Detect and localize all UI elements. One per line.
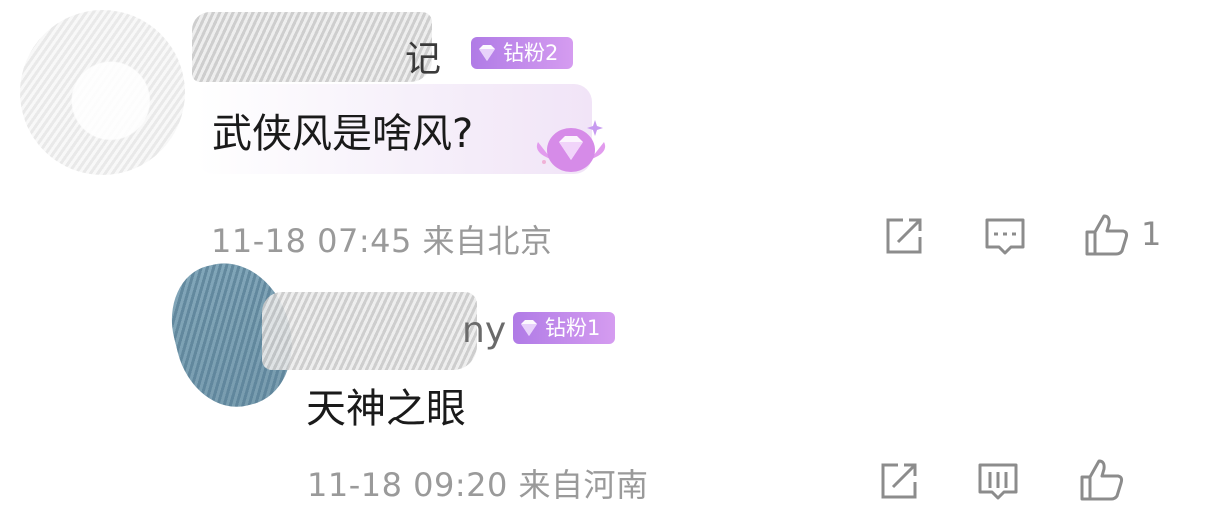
share-icon <box>886 218 922 254</box>
diamond-decoration-icon <box>536 120 606 172</box>
comment-meta: 11-18 07:45 来自北京 <box>211 222 553 260</box>
comment-icon <box>985 218 1025 255</box>
like-button[interactable]: 1 <box>1083 210 1161 258</box>
fan-badge: 钻粉1 <box>513 312 615 344</box>
share-icon <box>881 463 917 499</box>
diamond-icon <box>479 45 495 61</box>
fan-badge: 钻粉2 <box>471 37 573 69</box>
fan-badge-label: 钻粉2 <box>503 41 559 65</box>
username-redacted[interactable] <box>262 292 477 370</box>
comment-button[interactable] <box>976 460 1020 504</box>
like-count: 1 <box>1141 215 1162 253</box>
diamond-icon <box>521 320 537 336</box>
comment-icon <box>978 463 1018 500</box>
comment-button[interactable] <box>983 215 1027 259</box>
username[interactable]: ny <box>462 310 506 351</box>
thumbs-up-icon <box>1080 459 1124 501</box>
username[interactable]: 记 <box>405 30 441 82</box>
thumbs-up-icon <box>1085 214 1129 256</box>
username-redacted[interactable] <box>192 12 432 82</box>
comment-text: 天神之眼 <box>306 386 466 432</box>
like-button[interactable] <box>1078 455 1136 503</box>
fan-badge-label: 钻粉1 <box>545 316 601 340</box>
comment-text: 武侠风是啥风? <box>212 111 474 157</box>
comment-meta: 11-18 09:20 来自河南 <box>307 466 649 504</box>
avatar[interactable] <box>20 10 185 175</box>
share-button[interactable] <box>881 215 925 259</box>
share-button[interactable] <box>876 460 920 504</box>
